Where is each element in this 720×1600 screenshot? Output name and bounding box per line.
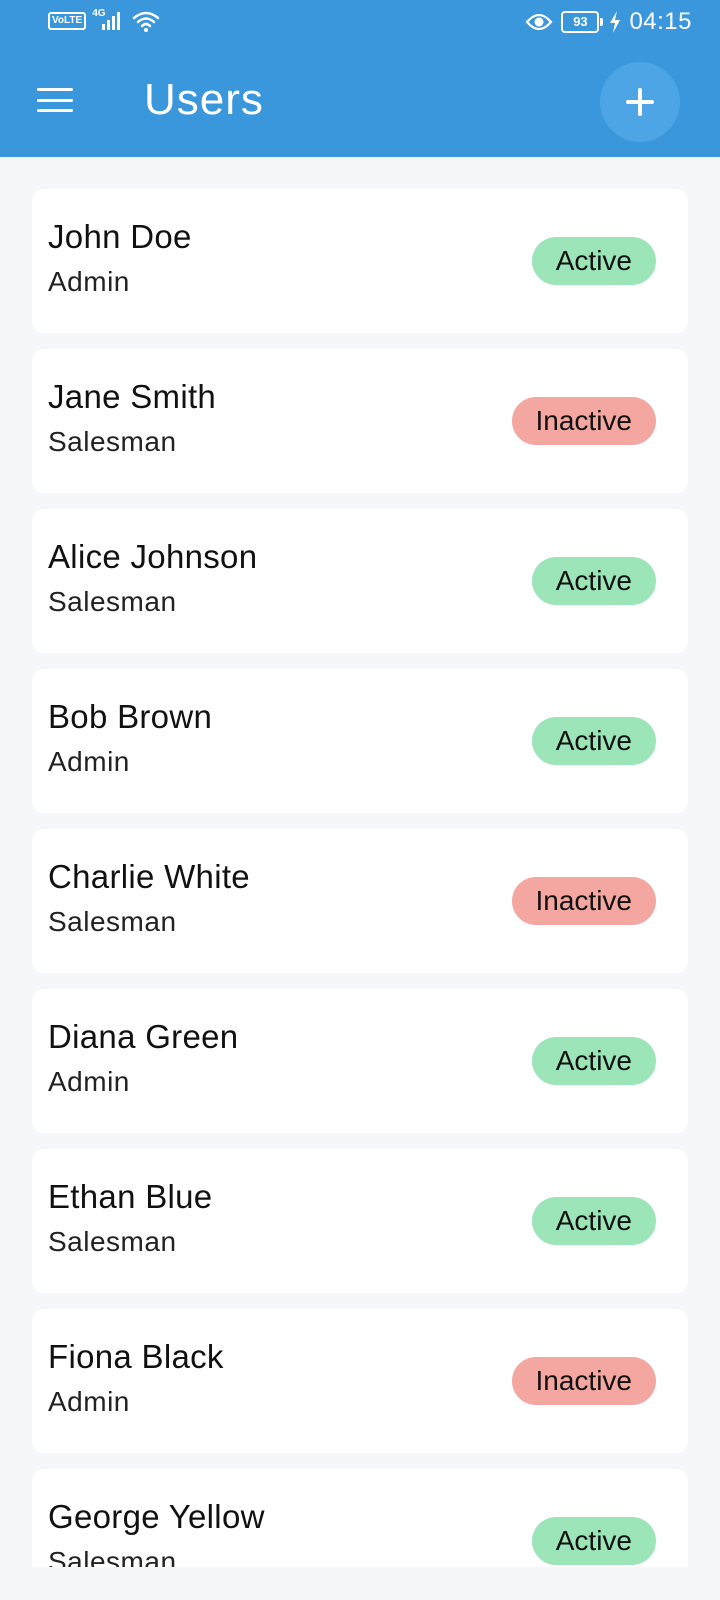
status-badge: Inactive xyxy=(511,877,656,925)
battery-icon: 93 xyxy=(561,11,604,33)
status-badge: Inactive xyxy=(511,1357,656,1405)
user-name: Fiona Black xyxy=(48,1338,224,1375)
user-name: Diana Green xyxy=(48,1018,239,1055)
user-role: Salesman xyxy=(48,586,177,617)
status-badge: Active xyxy=(531,1037,656,1085)
user-card[interactable]: Diana Green Admin Active xyxy=(32,989,688,1133)
app-bar: VoLTE 4G 93 04:15 Users xyxy=(0,0,720,157)
user-role: Admin xyxy=(48,746,130,777)
status-bar-left: VoLTE 4G xyxy=(48,8,160,32)
signal-icon: 4G xyxy=(92,8,126,32)
user-card[interactable]: John Doe Admin Active xyxy=(32,189,688,333)
user-card[interactable]: Alice Johnson Salesman Active xyxy=(32,509,688,653)
user-list[interactable]: John Doe Admin Active Jane Smith Salesma… xyxy=(32,189,688,1567)
user-card[interactable]: Ethan Blue Salesman Active xyxy=(32,1149,688,1293)
user-role: Salesman xyxy=(48,1226,177,1257)
status-badge: Active xyxy=(531,1197,656,1245)
user-role: Salesman xyxy=(48,1546,177,1567)
page-title: Users xyxy=(144,75,264,124)
user-name: George Yellow xyxy=(48,1498,265,1535)
charging-icon xyxy=(610,11,621,33)
status-badge: Active xyxy=(531,717,656,765)
user-role: Admin xyxy=(48,266,130,297)
user-name: Charlie White xyxy=(48,858,250,895)
user-name: Bob Brown xyxy=(48,698,213,735)
user-name: Jane Smith xyxy=(48,378,217,415)
status-bar-right: 93 04:15 xyxy=(525,8,692,36)
volte-icon: VoLTE xyxy=(48,12,87,30)
user-name: John Doe xyxy=(48,218,192,255)
status-badge: Inactive xyxy=(511,397,656,445)
user-role: Admin xyxy=(48,1066,130,1097)
status-badge: Active xyxy=(531,1517,656,1565)
user-role: Salesman xyxy=(48,906,177,937)
add-user-button[interactable] xyxy=(600,62,680,142)
user-role: Admin xyxy=(48,1386,130,1417)
status-badge: Active xyxy=(531,557,656,605)
user-name: Ethan Blue xyxy=(48,1178,213,1215)
user-card[interactable]: George Yellow Salesman Active xyxy=(32,1469,688,1567)
user-card[interactable]: Fiona Black Admin Inactive xyxy=(32,1309,688,1453)
wifi-icon xyxy=(132,11,160,32)
user-card[interactable]: Charlie White Salesman Inactive xyxy=(32,829,688,973)
user-role: Salesman xyxy=(48,426,177,457)
status-bar: VoLTE 4G 93 04:15 xyxy=(0,0,720,46)
status-badge: Active xyxy=(531,237,656,285)
user-card[interactable]: Bob Brown Admin Active xyxy=(32,669,688,813)
hamburger-menu-icon[interactable] xyxy=(34,82,76,118)
status-bar-time: 04:15 xyxy=(629,8,692,35)
user-name: Alice Johnson xyxy=(48,538,258,575)
eye-icon xyxy=(525,13,553,31)
user-card[interactable]: Jane Smith Salesman Inactive xyxy=(32,349,688,493)
